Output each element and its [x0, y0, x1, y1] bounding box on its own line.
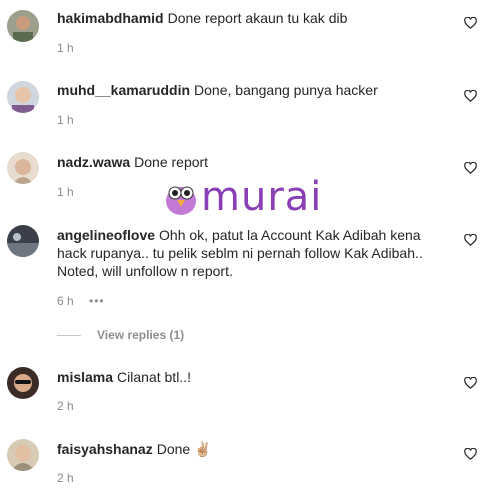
comment-text: Done report akaun tu kak dib — [167, 10, 348, 26]
comment-username[interactable]: mislama — [57, 369, 113, 385]
view-replies-button[interactable]: View replies (1) — [57, 326, 184, 344]
watermark-text: murai — [201, 174, 323, 220]
comment-text: Done report — [134, 154, 209, 170]
comment-text: Done, bangang punya hacker — [194, 82, 378, 98]
more-horizontal-icon[interactable]: ••• — [89, 294, 105, 308]
comment-text: Noted, will unfollow n report. — [57, 263, 233, 279]
comment-text: hack rupanya.. tu pelik seblm ni pernah … — [57, 245, 423, 261]
comment-text: Cilanat btl..! — [117, 369, 191, 385]
comment-body: hakimabdhamid Done report akaun tu kak di… — [57, 9, 442, 27]
heart-outline-icon[interactable] — [464, 162, 477, 174]
avatar[interactable] — [7, 225, 39, 257]
murai-logo: murai — [163, 175, 321, 219]
comment-username[interactable]: nadz.wawa — [57, 154, 130, 170]
comment-time: 1 h — [57, 185, 74, 199]
heart-outline-icon[interactable] — [464, 377, 477, 389]
comment-body: angelineoflove Ohh ok, patut la Account K… — [57, 226, 442, 280]
bird-mascot-icon — [166, 186, 196, 215]
avatar[interactable] — [7, 81, 39, 113]
comment-text: Ohh ok, patut la Account Kak Adibah kena — [159, 227, 421, 243]
avatar[interactable] — [7, 439, 39, 471]
avatar[interactable] — [7, 367, 39, 399]
comment-time: 1 h — [57, 41, 74, 55]
comment-body: muhd__kamaruddin Done, bangang punya hack… — [57, 81, 442, 99]
replies-divider — [57, 334, 81, 336]
heart-outline-icon[interactable] — [464, 448, 477, 460]
comment-body: faisyahshanaz Done ✌🏼 — [57, 440, 442, 458]
comment-username[interactable]: muhd__kamaruddin — [57, 82, 190, 98]
comment-body: nadz.wawa Done report — [57, 153, 442, 171]
avatar[interactable] — [7, 152, 39, 184]
view-replies-label[interactable]: View replies (1) — [97, 328, 184, 342]
comment-text: Done ✌🏼 — [156, 441, 212, 457]
heart-outline-icon[interactable] — [464, 90, 477, 102]
comment-time: 1 h — [57, 113, 74, 127]
comment-username[interactable]: angelineoflove — [57, 227, 155, 243]
comment-username[interactable]: hakimabdhamid — [57, 10, 164, 26]
comment-body: mislama Cilanat btl..! — [57, 368, 442, 386]
heart-outline-icon[interactable] — [464, 234, 477, 246]
comment-time: 2 h — [57, 399, 74, 413]
comment-time: 2 h — [57, 471, 74, 485]
comment-time: 6 h — [57, 294, 74, 308]
comment-username[interactable]: faisyahshanaz — [57, 441, 153, 457]
avatar[interactable] — [7, 10, 39, 42]
heart-outline-icon[interactable] — [464, 17, 477, 29]
